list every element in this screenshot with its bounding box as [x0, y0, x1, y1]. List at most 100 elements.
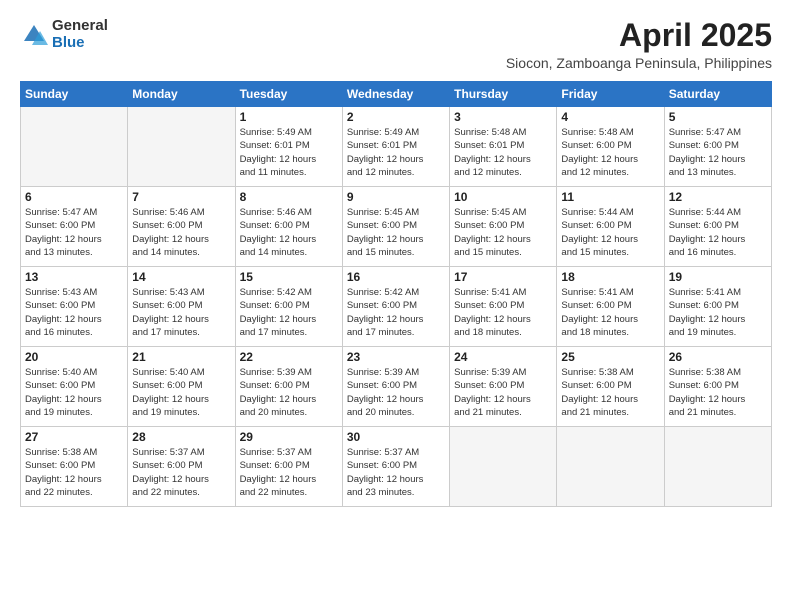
day-info: Sunrise: 5:38 AM Sunset: 6:00 PM Dayligh… [561, 366, 659, 419]
day-number: 20 [25, 350, 123, 364]
day-info: Sunrise: 5:37 AM Sunset: 6:00 PM Dayligh… [132, 446, 230, 499]
weekday-header-row: SundayMondayTuesdayWednesdayThursdayFrid… [21, 82, 772, 107]
day-number: 13 [25, 270, 123, 284]
calendar-cell: 23 Sunrise: 5:39 AM Sunset: 6:00 PM Dayli… [342, 347, 449, 427]
day-number: 17 [454, 270, 552, 284]
calendar-subtitle: Siocon, Zamboanga Peninsula, Philippines [506, 55, 772, 71]
day-number: 21 [132, 350, 230, 364]
calendar-cell: 3 Sunrise: 5:48 AM Sunset: 6:01 PM Daylig… [450, 107, 557, 187]
calendar-cell: 26Sunrise: 5:38 AM Sunset: 6:00 PM Dayli… [664, 347, 771, 427]
day-info: Sunrise: 5:37 AM Sunset: 6:00 PM Dayligh… [347, 446, 445, 499]
day-number: 27 [25, 430, 123, 444]
day-number: 1 [240, 110, 338, 124]
day-number: 14 [132, 270, 230, 284]
calendar-cell: 9Sunrise: 5:45 AM Sunset: 6:00 PM Daylig… [342, 187, 449, 267]
calendar-cell: 28 Sunrise: 5:37 AM Sunset: 6:00 PM Dayli… [128, 427, 235, 507]
calendar-cell: 30Sunrise: 5:37 AM Sunset: 6:00 PM Dayli… [342, 427, 449, 507]
day-info: Sunrise: 5:41 AM Sunset: 6:00 PM Dayligh… [561, 286, 659, 339]
day-number: 2 [347, 110, 445, 124]
logo-general: General [52, 18, 108, 35]
calendar-week-row: 1 Sunrise: 5:49 AM Sunset: 6:01 PM Daylig… [21, 107, 772, 187]
calendar-week-row: 20 Sunrise: 5:40 AM Sunset: 6:00 PM Dayli… [21, 347, 772, 427]
calendar-cell: 8Sunrise: 5:46 AM Sunset: 6:00 PM Daylig… [235, 187, 342, 267]
day-info: Sunrise: 5:49 AM Sunset: 6:01 PM Dayligh… [240, 126, 338, 179]
calendar-cell: 6Sunrise: 5:47 AM Sunset: 6:00 PM Daylig… [21, 187, 128, 267]
day-number: 4 [561, 110, 659, 124]
calendar-cell: 7Sunrise: 5:46 AM Sunset: 6:00 PM Daylig… [128, 187, 235, 267]
calendar-cell: 25 Sunrise: 5:38 AM Sunset: 6:00 PM Dayli… [557, 347, 664, 427]
day-info: Sunrise: 5:39 AM Sunset: 6:00 PM Dayligh… [240, 366, 338, 419]
calendar-cell: 24 Sunrise: 5:39 AM Sunset: 6:00 PM Dayli… [450, 347, 557, 427]
logo-text: General Blue [52, 18, 108, 51]
calendar-cell: 1 Sunrise: 5:49 AM Sunset: 6:01 PM Daylig… [235, 107, 342, 187]
day-info: Sunrise: 5:41 AM Sunset: 6:00 PM Dayligh… [454, 286, 552, 339]
day-info: Sunrise: 5:49 AM Sunset: 6:01 PM Dayligh… [347, 126, 445, 179]
weekday-header: Friday [557, 82, 664, 107]
logo-blue: Blue [52, 35, 108, 52]
day-number: 9 [347, 190, 445, 204]
day-info: Sunrise: 5:42 AM Sunset: 6:00 PM Dayligh… [347, 286, 445, 339]
day-info: Sunrise: 5:44 AM Sunset: 6:00 PM Dayligh… [561, 206, 659, 259]
weekday-header: Tuesday [235, 82, 342, 107]
day-number: 8 [240, 190, 338, 204]
day-number: 24 [454, 350, 552, 364]
calendar-cell: 12Sunrise: 5:44 AM Sunset: 6:00 PM Dayli… [664, 187, 771, 267]
header: General Blue April 2025 Siocon, Zamboang… [20, 18, 772, 71]
calendar-cell: 17 Sunrise: 5:41 AM Sunset: 6:00 PM Dayli… [450, 267, 557, 347]
calendar-table: SundayMondayTuesdayWednesdayThursdayFrid… [20, 81, 772, 507]
logo: General Blue [20, 18, 108, 51]
calendar-cell: 4 Sunrise: 5:48 AM Sunset: 6:00 PM Daylig… [557, 107, 664, 187]
title-block: April 2025 Siocon, Zamboanga Peninsula, … [506, 18, 772, 71]
day-number: 25 [561, 350, 659, 364]
day-info: Sunrise: 5:47 AM Sunset: 6:00 PM Dayligh… [669, 126, 767, 179]
day-number: 3 [454, 110, 552, 124]
calendar-cell: 2 Sunrise: 5:49 AM Sunset: 6:01 PM Daylig… [342, 107, 449, 187]
day-number: 29 [240, 430, 338, 444]
day-info: Sunrise: 5:40 AM Sunset: 6:00 PM Dayligh… [132, 366, 230, 419]
day-number: 11 [561, 190, 659, 204]
day-number: 12 [669, 190, 767, 204]
day-number: 15 [240, 270, 338, 284]
calendar-cell: 21 Sunrise: 5:40 AM Sunset: 6:00 PM Dayli… [128, 347, 235, 427]
calendar-cell: 19 Sunrise: 5:41 AM Sunset: 6:00 PM Dayli… [664, 267, 771, 347]
calendar-cell [557, 427, 664, 507]
day-info: Sunrise: 5:39 AM Sunset: 6:00 PM Dayligh… [454, 366, 552, 419]
calendar-cell [450, 427, 557, 507]
day-info: Sunrise: 5:41 AM Sunset: 6:00 PM Dayligh… [669, 286, 767, 339]
calendar-title: April 2025 [506, 18, 772, 53]
day-info: Sunrise: 5:45 AM Sunset: 6:00 PM Dayligh… [454, 206, 552, 259]
day-number: 23 [347, 350, 445, 364]
day-number: 19 [669, 270, 767, 284]
page: General Blue April 2025 Siocon, Zamboang… [0, 0, 792, 612]
calendar-cell [21, 107, 128, 187]
calendar-cell: 29 Sunrise: 5:37 AM Sunset: 6:00 PM Dayli… [235, 427, 342, 507]
calendar-week-row: 13 Sunrise: 5:43 AM Sunset: 6:00 PM Dayli… [21, 267, 772, 347]
day-number: 28 [132, 430, 230, 444]
day-number: 6 [25, 190, 123, 204]
calendar-cell: 22Sunrise: 5:39 AM Sunset: 6:00 PM Dayli… [235, 347, 342, 427]
day-number: 16 [347, 270, 445, 284]
calendar-cell: 13 Sunrise: 5:43 AM Sunset: 6:00 PM Dayli… [21, 267, 128, 347]
calendar-cell: 15 Sunrise: 5:42 AM Sunset: 6:00 PM Dayli… [235, 267, 342, 347]
weekday-header: Sunday [21, 82, 128, 107]
calendar-cell: 5 Sunrise: 5:47 AM Sunset: 6:00 PM Daylig… [664, 107, 771, 187]
day-info: Sunrise: 5:42 AM Sunset: 6:00 PM Dayligh… [240, 286, 338, 339]
day-info: Sunrise: 5:39 AM Sunset: 6:00 PM Dayligh… [347, 366, 445, 419]
weekday-header: Monday [128, 82, 235, 107]
calendar-cell: 14 Sunrise: 5:43 AM Sunset: 6:00 PM Dayli… [128, 267, 235, 347]
calendar-cell: 18Sunrise: 5:41 AM Sunset: 6:00 PM Dayli… [557, 267, 664, 347]
day-info: Sunrise: 5:38 AM Sunset: 6:00 PM Dayligh… [669, 366, 767, 419]
day-info: Sunrise: 5:48 AM Sunset: 6:00 PM Dayligh… [561, 126, 659, 179]
day-info: Sunrise: 5:43 AM Sunset: 6:00 PM Dayligh… [25, 286, 123, 339]
day-info: Sunrise: 5:43 AM Sunset: 6:00 PM Dayligh… [132, 286, 230, 339]
day-info: Sunrise: 5:48 AM Sunset: 6:01 PM Dayligh… [454, 126, 552, 179]
day-info: Sunrise: 5:37 AM Sunset: 6:00 PM Dayligh… [240, 446, 338, 499]
day-number: 10 [454, 190, 552, 204]
day-number: 5 [669, 110, 767, 124]
calendar-cell: 11 Sunrise: 5:44 AM Sunset: 6:00 PM Dayli… [557, 187, 664, 267]
calendar-cell: 10 Sunrise: 5:45 AM Sunset: 6:00 PM Dayli… [450, 187, 557, 267]
weekday-header: Thursday [450, 82, 557, 107]
day-number: 7 [132, 190, 230, 204]
day-info: Sunrise: 5:40 AM Sunset: 6:00 PM Dayligh… [25, 366, 123, 419]
calendar-week-row: 6Sunrise: 5:47 AM Sunset: 6:00 PM Daylig… [21, 187, 772, 267]
